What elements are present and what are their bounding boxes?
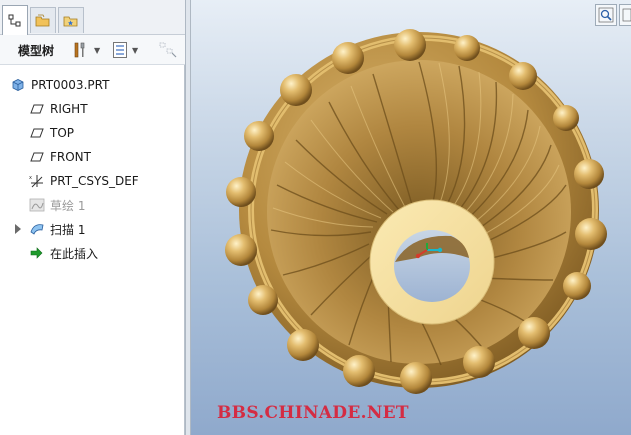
- model-tree-panel: 模型树 ▼ ▼ PRT0003.PRT RIGHT TOP FRONT x PR…: [0, 0, 185, 435]
- favorites-tab-icon: [63, 16, 78, 26]
- bead: [226, 177, 256, 207]
- datum-plane-icon: [29, 125, 45, 141]
- tab-favorites[interactable]: [58, 7, 84, 33]
- tree-item-label: PRT_CSYS_DEF: [50, 174, 139, 188]
- bead: [248, 285, 278, 315]
- bead: [343, 355, 375, 387]
- tree-item-front-plane[interactable]: FRONT: [0, 146, 185, 168]
- bead: [454, 35, 480, 61]
- tree-item-part[interactable]: PRT0003.PRT: [0, 74, 185, 96]
- tree-item-right-plane[interactable]: RIGHT: [0, 98, 185, 120]
- tree-item-label: TOP: [50, 126, 75, 140]
- bead: [225, 234, 257, 266]
- part-icon: [10, 77, 26, 93]
- bead: [394, 29, 426, 61]
- bead: [332, 42, 364, 74]
- bead: [553, 105, 579, 131]
- tree-item-label: RIGHT: [50, 102, 88, 116]
- datum-plane-icon: [29, 101, 45, 117]
- bead: [509, 62, 537, 90]
- bead: [280, 74, 312, 106]
- list-icon: [113, 42, 127, 58]
- bead: [563, 272, 591, 300]
- model-tree-tab-icon: [8, 14, 21, 26]
- tree-item-top-plane[interactable]: TOP: [0, 122, 185, 144]
- tools-icon: [74, 42, 85, 58]
- bead: [574, 159, 604, 189]
- folder-tab-icon: [35, 14, 50, 26]
- bead: [518, 317, 550, 349]
- tab-model-tree[interactable]: [2, 5, 28, 35]
- bead: [400, 362, 432, 394]
- bowl-3d-model[interactable]: [191, 0, 631, 435]
- expand-arrow-icon[interactable]: [15, 224, 21, 234]
- tree-item-sketch[interactable]: 草绘 1: [0, 194, 185, 216]
- tree-settings-button[interactable]: ▼: [72, 40, 100, 60]
- tree-item-label: 草绘 1: [50, 198, 86, 213]
- sketch-icon: [29, 197, 45, 213]
- tree-filter-icon: [159, 42, 177, 58]
- tree-item-label: FRONT: [50, 150, 91, 164]
- datum-plane-icon: [29, 149, 45, 165]
- tree-item-sweep[interactable]: 扫描 1: [0, 218, 185, 240]
- bead: [463, 346, 495, 378]
- navigator-tabstrip: [0, 0, 185, 35]
- chevron-down-icon: ▼: [132, 45, 139, 55]
- bead: [287, 329, 319, 361]
- svg-text:x: x: [29, 175, 32, 181]
- bead: [575, 218, 607, 250]
- tree-item-label: 在此插入: [50, 246, 99, 261]
- tree-item-insert-here[interactable]: 在此插入: [0, 242, 185, 264]
- model-tree-toolbar: 模型树 ▼ ▼: [0, 35, 185, 65]
- graphics-viewport[interactable]: BBS.CHINADE.NET: [191, 0, 631, 435]
- coordinate-system-icon: x: [29, 173, 45, 189]
- insert-here-arrow-icon: [29, 245, 45, 261]
- sweep-feature-icon: [29, 221, 45, 237]
- tree-show-button[interactable]: ▼: [112, 40, 138, 60]
- tree-item-label: PRT0003.PRT: [31, 78, 110, 92]
- chevron-down-icon: ▼: [94, 45, 101, 55]
- model-tree-title: 模型树: [18, 44, 55, 58]
- tree-filter-button[interactable]: [158, 40, 178, 60]
- watermark-text: BBS.CHINADE.NET: [217, 403, 409, 423]
- tree-item-csys[interactable]: x PRT_CSYS_DEF: [0, 170, 185, 192]
- tree-item-label: 扫描 1: [50, 222, 86, 237]
- bead: [244, 121, 274, 151]
- tab-folder-browser[interactable]: [30, 7, 56, 33]
